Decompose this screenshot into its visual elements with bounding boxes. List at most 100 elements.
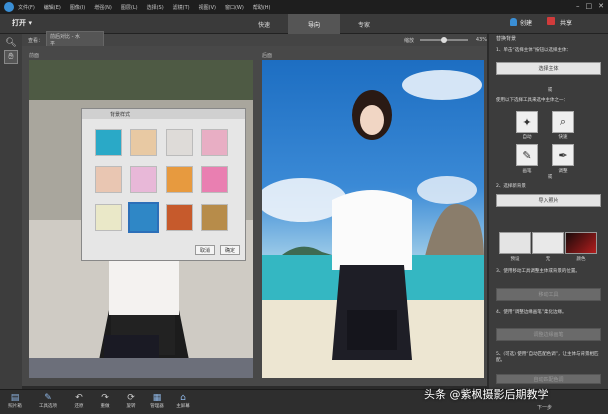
options-bar: 查看： 前后对比 - 水平 缩放 43% <box>22 31 487 49</box>
zoom-label: 缩放 <box>403 37 414 44</box>
menu-layer[interactable]: 图层(L) <box>121 4 138 11</box>
background-swatch[interactable] <box>166 204 193 231</box>
redo-label: 重做 <box>100 404 110 409</box>
open-label: 打开 <box>12 19 26 27</box>
after-label: 后面 <box>262 53 273 59</box>
chevron-down-icon: ▾ <box>28 19 32 27</box>
background-swatch[interactable] <box>95 129 122 156</box>
or-text: 或 <box>547 175 553 180</box>
tab-expert[interactable]: 专家 <box>338 14 390 34</box>
background-swatch[interactable] <box>166 166 193 193</box>
panel-title: 替换背景 <box>496 36 517 42</box>
step3-text: 3、使用移动工具调整主体或背景的位置。 <box>496 269 580 274</box>
dialog-title: 背景样式 <box>82 109 245 119</box>
menu-edit[interactable]: 编辑(E) <box>44 4 61 11</box>
rotate-label: 旋转 <box>126 404 136 409</box>
color-label: 颜色 <box>576 257 586 262</box>
selection-brush-icon[interactable]: ✎ <box>516 144 538 166</box>
move-tool-button[interactable]: 移动工具 <box>496 288 601 301</box>
minimize-icon[interactable]: – <box>576 2 580 10</box>
left-tool-rail <box>0 34 22 389</box>
photo-bin-icon: ▤ <box>10 392 20 403</box>
zoom-slider-handle[interactable] <box>440 37 447 43</box>
step2-text: 2、选择新背景 <box>496 184 526 189</box>
photo-bin-button[interactable]: ▤ 照片箱 <box>2 392 28 410</box>
step1b-text: 使用以下选择工具来选中主体之一： <box>496 98 568 103</box>
zoom-icon[interactable]: 🔍︎ <box>4 36 18 50</box>
no-background-thumb[interactable] <box>532 232 564 254</box>
step1-text: 1、单击“选择主体”按钮以选择主体： <box>496 48 572 53</box>
view-label: 查看： <box>28 37 44 44</box>
refine-tool-icon[interactable]: ✒ <box>552 144 574 166</box>
undo-icon: ↶ <box>75 392 83 403</box>
photo-bin-label: 照片箱 <box>8 404 22 409</box>
quick-select-tool-icon[interactable]: ⌕ <box>552 111 574 133</box>
background-swatch[interactable] <box>201 204 228 231</box>
auto-select-tool-icon[interactable]: ✦ <box>516 111 538 133</box>
window-controls: – □ ✕ <box>576 2 604 10</box>
menu-window[interactable]: 窗口(W) <box>225 4 244 11</box>
step5-text: 5、(可选) 使用“自动匹配色调”，让主体与背景相匹配。 <box>496 352 599 363</box>
tool-options-icon: ✎ <box>44 392 52 403</box>
auto-match-tone-button[interactable]: 自动匹配色调 <box>496 374 601 384</box>
import-photo-button[interactable]: 导入照片 <box>496 194 601 207</box>
menu-bar: 文件(F) 编辑(E) 图像(I) 增强(N) 图层(L) 选择(S) 滤镜(T… <box>0 0 608 14</box>
app-logo-icon <box>4 2 14 12</box>
tool-label: 画笔 <box>522 169 532 174</box>
home-icon: ⌂ <box>180 392 186 403</box>
organizer-label: 管理器 <box>150 404 164 409</box>
next-button[interactable]: 下一步 <box>537 404 552 411</box>
tool-label: 自动 <box>522 135 532 140</box>
open-button[interactable]: 打开 ▾ <box>12 18 32 28</box>
create-button[interactable]: 创建 <box>520 18 532 27</box>
redo-button[interactable]: ↷ 重做 <box>92 392 118 410</box>
organizer-icon: ▦ <box>152 392 162 403</box>
tab-guided[interactable]: 导向 <box>288 14 340 34</box>
undo-label: 还原 <box>74 404 84 409</box>
background-swatch[interactable] <box>95 166 122 193</box>
tab-quick[interactable]: 快速 <box>238 14 290 34</box>
select-subject-button[interactable]: 选择主体 <box>496 62 601 75</box>
menu-help[interactable]: 帮助(H) <box>253 4 271 11</box>
tool-options-button[interactable]: ✎ 工具选项 <box>35 392 61 410</box>
background-swatch[interactable] <box>130 166 157 193</box>
cancel-button[interactable]: 取消 <box>195 245 215 255</box>
home-screen-label: 主屏幕 <box>176 404 190 409</box>
zoom-value: 43% <box>475 37 487 43</box>
rotate-button[interactable]: ⟳ 旋转 <box>118 392 144 410</box>
background-swatch[interactable] <box>166 129 193 156</box>
menu-select[interactable]: 选择(S) <box>147 4 164 11</box>
background-swatch[interactable] <box>201 129 228 156</box>
menu-view[interactable]: 视图(V) <box>199 4 216 11</box>
menu-file[interactable]: 文件(F) <box>18 4 35 11</box>
background-swatch[interactable] <box>201 166 228 193</box>
menu-filter[interactable]: 滤镜(T) <box>173 4 190 11</box>
step4-text: 4、使用“调整边缘画笔”柔化边缘。 <box>496 310 567 315</box>
background-swatch-selected[interactable] <box>128 202 159 233</box>
after-image[interactable] <box>262 60 484 378</box>
preset-background-thumb[interactable] <box>499 232 531 254</box>
color-background-thumb[interactable] <box>565 232 597 254</box>
zoom-slider[interactable] <box>419 37 468 43</box>
close-icon[interactable]: ✕ <box>598 2 604 10</box>
tool-label: 快速 <box>558 135 568 140</box>
home-screen-button[interactable]: ⌂ 主屏幕 <box>170 392 196 410</box>
notification-bell-icon[interactable] <box>510 18 517 26</box>
undo-button[interactable]: ↶ 还原 <box>66 392 92 410</box>
create-icon <box>547 17 555 25</box>
maximize-icon[interactable]: □ <box>586 2 593 10</box>
right-panel: 替换背景 1、单击“选择主体”按钮以选择主体： 选择主体 或 使用以下选择工具来… <box>489 34 608 389</box>
none-label: 无 <box>545 257 551 262</box>
hand-tool-icon[interactable]: ✋︎ <box>4 50 18 64</box>
redo-icon: ↷ <box>101 392 109 403</box>
confirm-button[interactable]: 确定 <box>220 245 240 255</box>
refine-edge-brush-button[interactable]: 调整边缘画笔 <box>496 328 601 341</box>
or-text: 或 <box>547 88 553 93</box>
background-swatch[interactable] <box>130 129 157 156</box>
share-button[interactable]: 共享 <box>560 18 572 27</box>
tool-label: 调整 <box>558 169 568 174</box>
organizer-button[interactable]: ▦ 管理器 <box>144 392 170 410</box>
background-swatch[interactable] <box>95 204 122 231</box>
menu-enhance[interactable]: 增强(N) <box>94 4 112 11</box>
menu-image[interactable]: 图像(I) <box>70 4 85 11</box>
